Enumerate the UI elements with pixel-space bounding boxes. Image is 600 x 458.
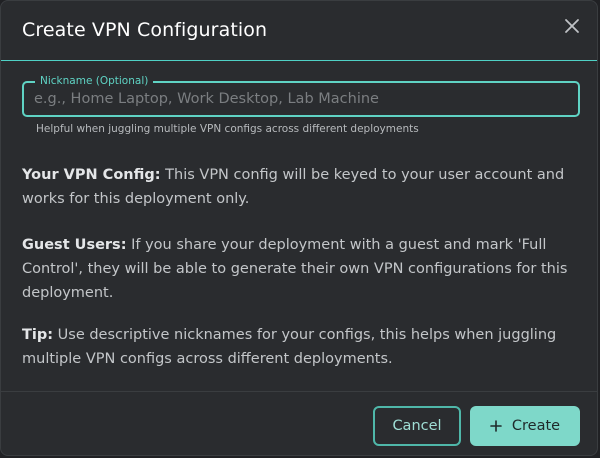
guest-users-info: Guest Users: If you share your deploymen…: [22, 233, 582, 305]
create-button-label: Create: [511, 418, 561, 434]
vpn-config-info: Your VPN Config: This VPN config will be…: [22, 163, 582, 211]
nickname-helper-text: Helpful when juggling multiple VPN confi…: [36, 123, 419, 135]
dialog-header: Create VPN Configuration: [1, 1, 597, 61]
create-vpn-dialog: Create VPN Configuration Nickname (Optio…: [0, 0, 598, 456]
nickname-field: Nickname (Optional): [22, 74, 580, 117]
cancel-button-label: Cancel: [392, 418, 442, 434]
nickname-input[interactable]: [24, 83, 578, 115]
vpn-config-heading: Your VPN Config:: [22, 167, 161, 183]
dialog-title: Create VPN Configuration: [22, 19, 268, 41]
plus-icon: [490, 420, 502, 432]
tip-info: Tip: Use descriptive nicknames for your …: [22, 323, 582, 371]
close-button[interactable]: [561, 15, 583, 37]
guest-users-heading: Guest Users:: [22, 237, 127, 253]
dialog-footer: Cancel Create: [1, 391, 597, 455]
create-button[interactable]: Create: [470, 406, 580, 446]
tip-heading: Tip:: [22, 327, 54, 343]
close-icon: [565, 19, 579, 33]
cancel-button[interactable]: Cancel: [373, 406, 461, 446]
tip-text: Use descriptive nicknames for your confi…: [22, 327, 557, 367]
